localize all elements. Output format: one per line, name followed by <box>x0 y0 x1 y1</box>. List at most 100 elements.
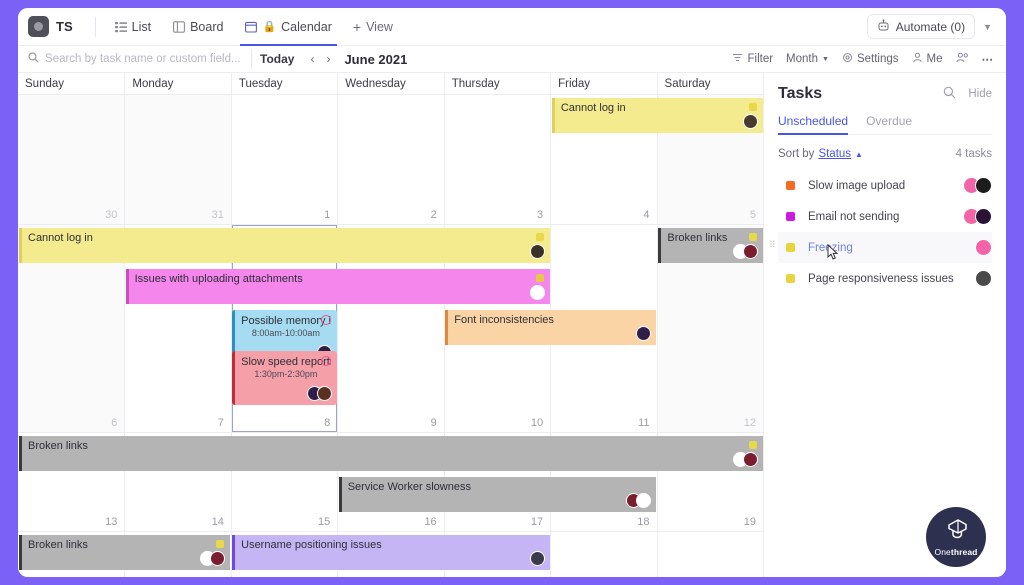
event-avatars <box>742 114 758 129</box>
calendar-event[interactable]: Cannot log in <box>551 98 763 133</box>
day-header-friday: Friday <box>550 73 656 94</box>
calendar-event[interactable]: Cannot log in <box>19 228 550 263</box>
onethread-logo-icon <box>943 518 969 545</box>
event-avatars <box>529 285 545 300</box>
hide-panel-button[interactable]: Hide <box>968 88 992 100</box>
today-button[interactable]: Today <box>260 52 294 66</box>
calendar-event[interactable]: Issues with uploading attachments <box>125 269 550 304</box>
calendar-event[interactable]: Font inconsistencies <box>445 310 657 345</box>
avatar <box>742 114 758 129</box>
toolbar-right: Filter Month ▼ Settings Me ⋯ <box>732 52 994 66</box>
task-list-item[interactable]: ⠿ Freezing <box>769 232 992 263</box>
tab-list[interactable]: List <box>104 8 162 46</box>
avatar <box>636 493 652 508</box>
filter-button[interactable]: Filter <box>732 52 773 66</box>
event-time: 1:30pm-2:30pm <box>254 369 318 379</box>
task-list-item[interactable]: Page responsiveness issues <box>778 263 992 294</box>
calendar-event[interactable]: Broken links <box>19 535 231 570</box>
day-cell[interactable]: 3 <box>443 95 551 224</box>
event-title: Broken links <box>28 539 88 551</box>
calendar-week: 30 31 1 2 3 4 5 Cannot log in <box>18 95 763 225</box>
app-window: TS List Board 🔒 Calendar + View Automate… <box>18 8 1006 577</box>
event-status-chip <box>535 274 544 282</box>
avatar <box>742 244 758 259</box>
robot-icon <box>877 18 890 35</box>
calendar-week: 6 7 8 9 10 11 12 Cannot log in Broken links Issue… <box>18 225 763 433</box>
day-number: 6 <box>111 417 118 429</box>
avatar <box>975 208 992 225</box>
task-name: Email not sending <box>808 210 900 223</box>
people-icon <box>955 52 969 66</box>
day-number: 31 <box>211 209 224 221</box>
avatar <box>316 386 332 401</box>
filter-label: Filter <box>747 53 774 65</box>
tab-calendar[interactable]: 🔒 Calendar <box>234 8 342 46</box>
day-cell[interactable]: 31 <box>124 95 231 224</box>
calendar-icon <box>245 21 258 33</box>
drag-handle-icon[interactable]: ⠿ <box>769 240 776 253</box>
calendar-event[interactable]: Username positioning issues <box>232 535 550 570</box>
caret-down-icon: ▼ <box>822 55 829 63</box>
automate-button[interactable]: Automate (0) <box>866 14 976 39</box>
task-list-item[interactable]: Slow image upload <box>778 170 992 201</box>
day-number: 5 <box>749 209 756 221</box>
task-name: Page responsiveness issues <box>808 272 954 285</box>
tasks-panel-header: Tasks Hide <box>778 85 992 103</box>
calendar-event[interactable]: Slow speed reports 1:30pm-2:30pm <box>232 351 337 405</box>
day-header-wednesday: Wednesday <box>337 73 443 94</box>
lock-icon: 🔒 <box>262 21 277 33</box>
calendar-event[interactable]: Service Worker slowness <box>338 477 657 512</box>
avatar <box>975 177 992 194</box>
settings-button[interactable]: Settings <box>842 52 899 66</box>
day-number: 2 <box>430 209 437 221</box>
more-options-button[interactable]: ⋯ <box>982 52 995 66</box>
panel-title: Tasks <box>778 85 823 102</box>
day-header-thursday: Thursday <box>443 73 550 94</box>
prev-period-button[interactable]: ‹ <box>304 52 320 66</box>
avatar <box>742 452 758 467</box>
event-title: Cannot log in <box>560 102 626 114</box>
day-number: 13 <box>105 516 118 528</box>
event-avatars <box>732 244 758 259</box>
day-number: 7 <box>217 417 224 429</box>
caret-up-icon[interactable]: ▲ <box>855 150 863 159</box>
people-button[interactable] <box>955 52 969 66</box>
search-box[interactable] <box>28 52 243 66</box>
tab-overdue[interactable]: Overdue <box>866 114 912 134</box>
avatar <box>529 285 545 300</box>
day-cell[interactable]: 26 <box>656 532 763 577</box>
zoom-level-select[interactable]: Month ▼ <box>786 53 829 65</box>
task-list-item[interactable]: Email not sending <box>778 201 992 232</box>
add-view-button[interactable]: + View <box>343 19 403 35</box>
day-cell[interactable]: 2 <box>337 95 444 224</box>
event-accent-bar <box>551 98 555 133</box>
day-cell[interactable]: 30 <box>18 95 125 224</box>
day-cell[interactable]: 25 <box>550 532 657 577</box>
chevron-down-icon[interactable]: ▼ <box>983 22 992 32</box>
top-bar: TS List Board 🔒 Calendar + View Automate… <box>18 8 1006 46</box>
event-time: 8:00am-10:00am <box>251 328 320 338</box>
event-status-chip <box>748 103 757 111</box>
day-cell[interactable]: 1 <box>230 95 338 224</box>
search-icon[interactable] <box>943 86 956 102</box>
zoom-level-label: Month <box>786 53 819 65</box>
event-avatars <box>306 386 332 401</box>
day-number: 17 <box>530 516 544 528</box>
day-number: 18 <box>637 516 650 528</box>
event-accent-bar <box>19 436 22 471</box>
day-of-week-header: Sunday Monday Tuesday Wednesday Thursday Frid… <box>18 73 763 95</box>
sort-by-value[interactable]: Status <box>818 148 851 160</box>
search-input[interactable] <box>45 53 243 65</box>
avatar <box>210 551 226 566</box>
event-title: Service Worker slowness <box>347 481 471 493</box>
onethread-badge: Onethread <box>926 507 986 567</box>
day-number: 14 <box>211 516 224 528</box>
calendar-grid: Sunday Monday Tuesday Wednesday Thursday Frid… <box>18 73 764 577</box>
next-period-button[interactable]: › <box>320 52 336 66</box>
tab-board[interactable]: Board <box>162 8 234 46</box>
calendar-event[interactable]: Broken links <box>658 228 763 263</box>
me-filter-button[interactable]: Me <box>912 52 943 66</box>
tab-unscheduled[interactable]: Unscheduled <box>778 114 849 135</box>
workspace-avatar-icon[interactable] <box>28 16 49 37</box>
calendar-event[interactable]: Broken links <box>19 436 763 471</box>
